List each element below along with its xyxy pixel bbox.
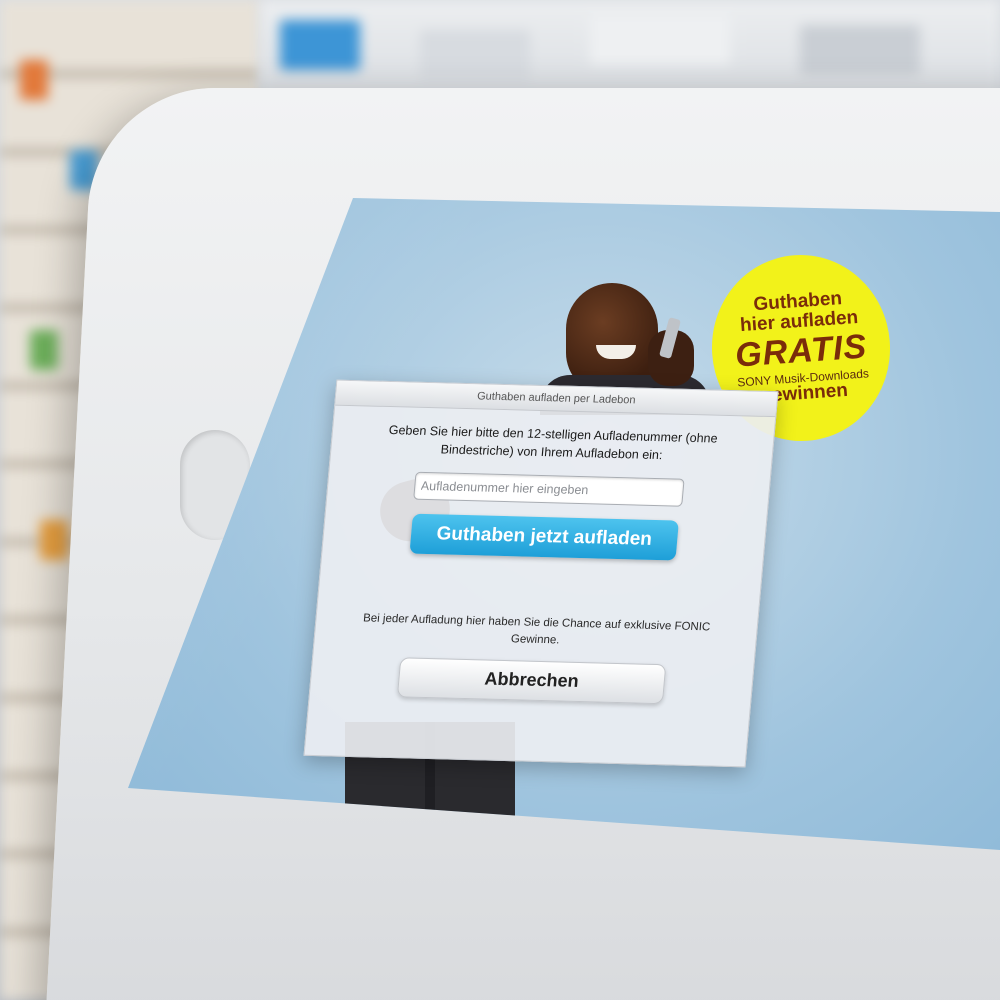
- shelf-box: [800, 25, 920, 75]
- topup-now-button[interactable]: Guthaben jetzt aufladen: [409, 513, 679, 561]
- promo-text: Bei jeder Aufladung hier haben Sie die C…: [362, 612, 711, 647]
- shelf-box: [590, 15, 730, 65]
- shelf-box: [280, 20, 360, 70]
- topup-dialog: Guthaben aufladen per Ladebon Geben Sie …: [303, 379, 779, 768]
- kiosk-scene: Guthaben hier aufladen GRATIS SONY Musik…: [0, 0, 1000, 1000]
- voucher-number-input[interactable]: [412, 471, 685, 507]
- cancel-button[interactable]: Abbrechen: [396, 656, 667, 704]
- shelf-box: [420, 30, 530, 80]
- shelf-product: [40, 520, 68, 560]
- dialog-instruction: Geben Sie hier bitte den 12-stelligen Au…: [388, 423, 719, 463]
- dialog-title: Guthaben aufladen per Ladebon: [335, 380, 778, 418]
- shelf-product: [20, 60, 48, 100]
- shelf-product: [30, 330, 58, 370]
